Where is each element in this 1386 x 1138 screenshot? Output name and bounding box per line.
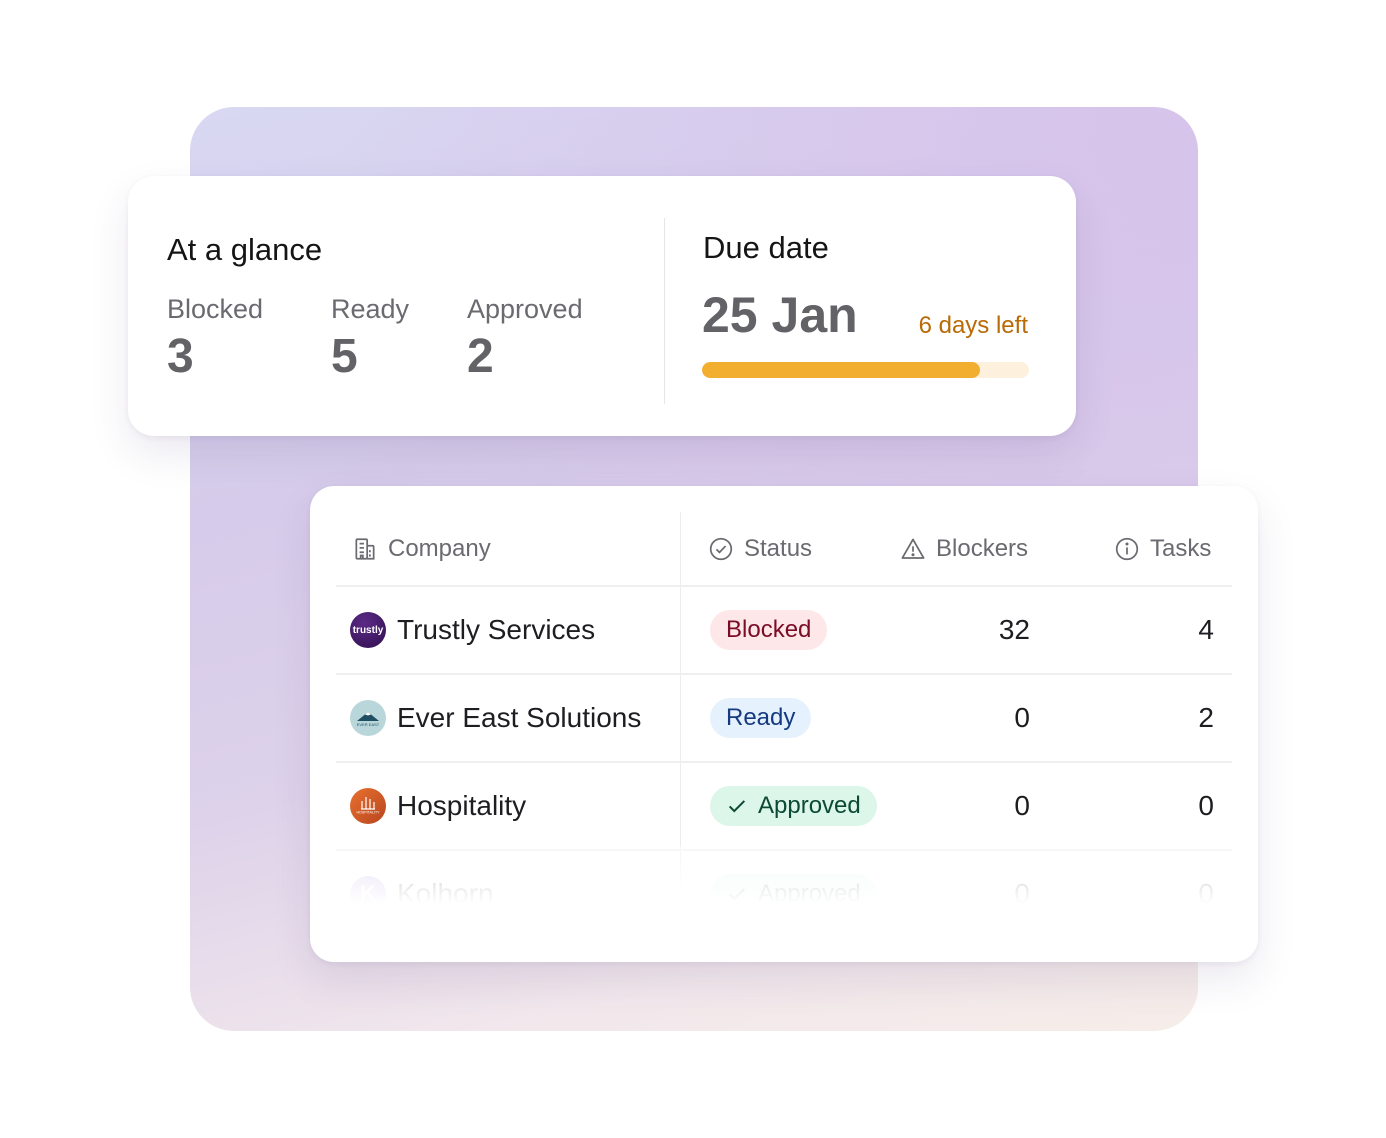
hospitality-logo: HOSPITALITY (350, 788, 386, 824)
table-row[interactable]: HOSPITALITY Hospitality Approved 0 0 (336, 763, 1232, 851)
company-cell: HOSPITALITY Hospitality (350, 763, 526, 849)
table-row[interactable]: K Kolhorn Approved 0 0 (336, 851, 1232, 939)
stat-value: 5 (331, 330, 358, 383)
ever-east-logo: EVER EAST (350, 700, 386, 736)
stat-value: 2 (467, 330, 494, 383)
tasks-count: 2 (1198, 702, 1214, 733)
column-label: Blockers (936, 534, 1029, 562)
status-badge-approved: Approved (710, 874, 877, 914)
trustly-logo: trustly (350, 612, 386, 648)
company-cell: EVER EAST Ever East Solutions (350, 675, 641, 761)
at-a-glance-title: At a glance (167, 232, 323, 267)
tasks-count: 0 (1198, 878, 1214, 909)
status-badge-approved: Approved (710, 786, 877, 826)
stat-ready: Ready 5 (331, 294, 409, 384)
svg-text:HOSPITALITY: HOSPITALITY (356, 811, 380, 815)
stat-label: Ready (331, 294, 410, 324)
column-label: Status (744, 534, 813, 562)
check-circle-icon (709, 537, 733, 560)
tasks-count: 0 (1198, 790, 1214, 821)
info-circle-icon (1115, 537, 1139, 560)
table-header: Company Status Blockers Tasks (336, 512, 1232, 587)
company-name: Ever East Solutions (397, 702, 642, 733)
blockers-count: 0 (1014, 878, 1030, 909)
building-bars-icon: HOSPITALITY (356, 797, 380, 815)
status-cell: Approved (710, 851, 877, 937)
due-date-value: 25 Jan (702, 287, 858, 343)
company-name: Hospitality (397, 790, 527, 821)
summary-card: At a glance Blocked 3 Ready 5 Approved 2… (128, 176, 1076, 436)
status-label: Blocked (726, 616, 812, 643)
due-date-title: Due date (703, 230, 829, 265)
status-cell: Blocked (710, 587, 828, 673)
column-header-status[interactable]: Status (708, 512, 812, 585)
company-cell: K Kolhorn (350, 851, 494, 937)
column-label: Tasks (1150, 534, 1212, 562)
stat-value: 3 (167, 330, 194, 383)
warning-triangle-icon (901, 538, 925, 559)
company-name: Kolhorn (397, 878, 494, 909)
stat-label: Blocked (167, 294, 264, 324)
kolhorn-logo: K (350, 876, 386, 912)
column-label: Company (388, 534, 491, 562)
company-cell: trustly Trustly Services (350, 587, 595, 673)
column-header-tasks[interactable]: Tasks (1114, 512, 1211, 585)
company-status-table: Company Status Blockers Tasks trustly Tr… (310, 486, 1258, 962)
mountain-icon: EVER EAST (357, 712, 380, 727)
tasks-count: 4 (1198, 614, 1214, 645)
checkmark-icon (728, 800, 746, 813)
status-badge-blocked: Blocked (710, 610, 828, 650)
table-row[interactable]: EVER EAST Ever East Solutions Ready 0 2 (336, 675, 1232, 763)
due-date-progress-bar (702, 362, 1029, 378)
status-label: Ready (726, 704, 796, 731)
status-cell: Ready (710, 675, 812, 761)
stat-blocked: Blocked 3 (167, 294, 263, 384)
days-left-label: 6 days left (918, 312, 1028, 339)
stat-approved: Approved 2 (467, 294, 583, 384)
column-header-company[interactable]: Company (352, 512, 491, 585)
stat-label: Approved (467, 294, 583, 324)
status-label: Approved (758, 880, 861, 907)
status-label: Approved (758, 792, 861, 819)
blockers-count: 0 (1014, 790, 1030, 821)
company-name: Trustly Services (397, 614, 596, 645)
blockers-count: 0 (1014, 702, 1030, 733)
checkmark-icon (728, 888, 746, 901)
blockers-count: 32 (998, 614, 1030, 645)
svg-text:EVER EAST: EVER EAST (357, 722, 380, 727)
table-row[interactable]: trustly Trustly Services Blocked 32 4 (336, 587, 1232, 675)
column-header-blockers[interactable]: Blockers (900, 512, 1028, 585)
progress-fill (702, 362, 980, 378)
status-cell: Approved (710, 763, 877, 849)
status-badge-ready: Ready (710, 698, 812, 738)
section-divider (664, 218, 665, 404)
building-icon (355, 537, 375, 560)
